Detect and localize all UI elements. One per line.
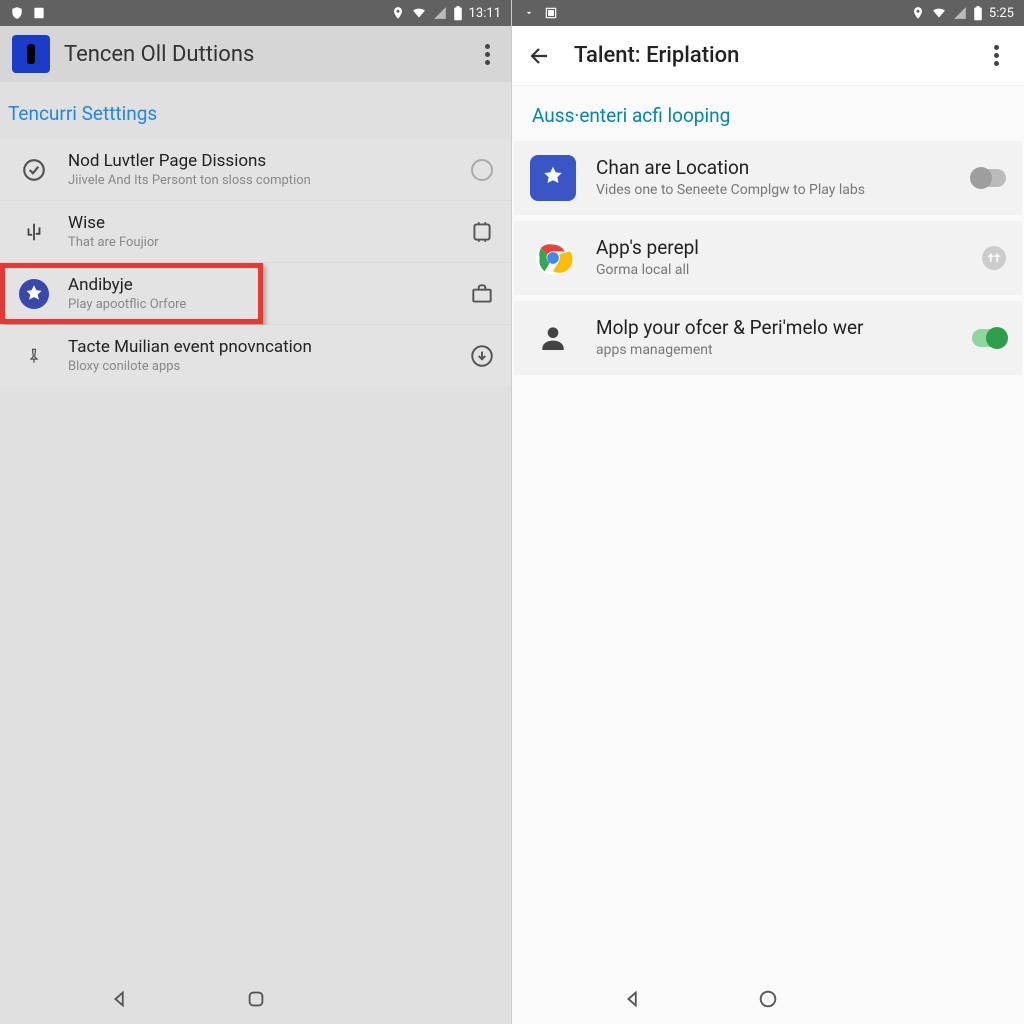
screenshot-icon (544, 6, 558, 20)
back-button[interactable] (528, 44, 552, 68)
page-title: Tencen Oll Duttions (64, 42, 254, 67)
signal-icon (433, 6, 447, 20)
nav-back-button[interactable] (105, 984, 135, 1014)
list-item-title: Nod Luvtler Page Dissions (68, 151, 467, 171)
list-item-subtitle: Play apootflic Orfore (68, 297, 467, 312)
card-subtitle: apps management (596, 341, 966, 360)
toggle-switch[interactable] (972, 169, 1006, 187)
nav-home-button[interactable] (241, 984, 271, 1014)
battery-icon (453, 6, 463, 21)
left-phone-panel: 13:11 Tencen Oll Duttions Tencurri Settt… (0, 0, 512, 1024)
card-title: App's perepl (596, 236, 966, 259)
page-title: Talent: Eriplation (574, 43, 739, 68)
list-item-title: Wise (68, 213, 467, 233)
download-circle-icon (467, 341, 497, 371)
card-title: Chan are Location (596, 156, 966, 179)
status-time: 5:25 (989, 6, 1014, 21)
right-phone-panel: 5:25 Talent: Eriplation Auss·enteri acfi… (512, 0, 1024, 1024)
card-title: Molp your ofcer & Peri'melo wer (596, 316, 966, 339)
status-bar: 13:11 (0, 0, 511, 26)
pin-icon (18, 343, 50, 369)
download-icon (522, 6, 536, 20)
cactus-icon (18, 219, 50, 245)
note-icon (32, 6, 46, 20)
wifi-icon (931, 6, 947, 20)
section-heading: Auss·enteri acfi looping (512, 86, 1024, 141)
chrome-icon (530, 235, 576, 281)
list-item-event-pnovncation[interactable]: Tacte Muilian event pnovncation Bloxy co… (0, 325, 511, 386)
app-header: Talent: Eriplation (512, 26, 1024, 86)
status-time: 13:11 (469, 6, 501, 21)
list-item-page-dissions[interactable]: Nod Luvtler Page Dissions Jiivele And It… (0, 139, 511, 201)
play-store-icon (18, 279, 50, 309)
nav-home-button[interactable] (753, 984, 783, 1014)
card-subtitle: Vides one to Seneete Complgw to Play lab… (596, 181, 966, 200)
list-item-title: Tacte Muilian event pnovncation (68, 337, 467, 357)
card-chan-location[interactable]: Chan are Location Vides one to Seneete C… (514, 141, 1022, 215)
briefcase-icon (467, 279, 497, 309)
play-store-icon (530, 155, 576, 201)
list-item-wise[interactable]: Wise That are Foujior (0, 201, 511, 263)
list-item-subtitle: That are Foujior (68, 235, 467, 250)
device-icon (467, 217, 497, 247)
check-circle-icon (18, 157, 50, 183)
list-item-title: Andibyje (68, 275, 467, 295)
nav-bar (512, 974, 1024, 1024)
location-icon (911, 6, 925, 20)
info-icon[interactable]: †† (982, 246, 1006, 270)
nav-bar (0, 974, 511, 1024)
nav-back-button[interactable] (618, 984, 648, 1014)
battery-icon (973, 6, 983, 21)
person-icon (530, 315, 576, 361)
list-item-subtitle: Jiivele And Its Persont ton sloss compti… (68, 173, 467, 188)
section-heading: Tencurri Setttings (0, 82, 511, 139)
app-icon (12, 35, 50, 73)
location-icon (391, 6, 405, 20)
overflow-menu-button[interactable] (984, 44, 1008, 68)
list-item-subtitle: Bloxy conilote apps (68, 359, 467, 374)
status-bar: 5:25 (512, 0, 1024, 26)
card-subtitle: Gorma local all (596, 261, 966, 280)
signal-icon (953, 6, 967, 20)
list-item-andibyje[interactable]: Andibyje Play apootflic Orfore (0, 263, 511, 325)
shield-icon (10, 6, 24, 20)
toggle-switch[interactable] (972, 329, 1006, 347)
card-apps-perepl[interactable]: App's perepl Gorma local all †† (514, 221, 1022, 295)
radio-unchecked[interactable] (467, 155, 497, 185)
wifi-icon (411, 6, 427, 20)
card-molp-ofcer[interactable]: Molp your ofcer & Peri'melo wer apps man… (514, 301, 1022, 375)
app-header: Tencen Oll Duttions (0, 26, 511, 82)
overflow-menu-button[interactable] (475, 42, 499, 66)
